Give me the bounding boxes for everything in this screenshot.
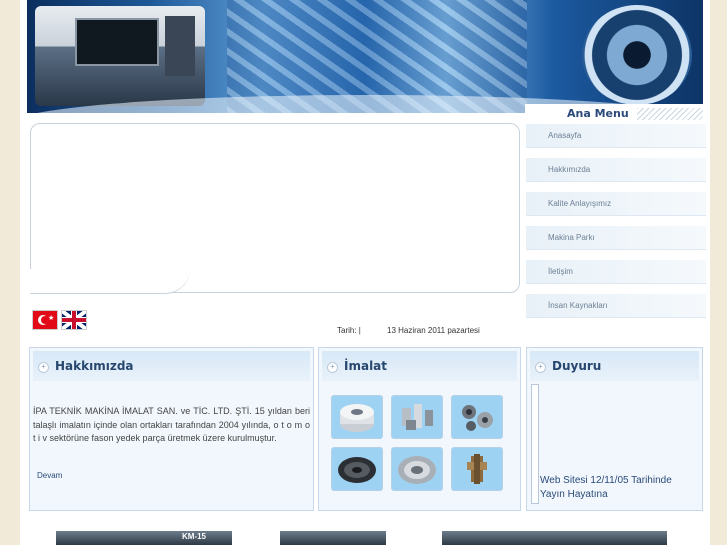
menu-item-anasayfa[interactable]: Anasayfa [526, 124, 706, 148]
product-thumbnail[interactable] [451, 447, 503, 491]
announcements-scrollbar[interactable] [531, 384, 539, 504]
about-header: + Hakkımızda [33, 351, 310, 381]
imalat-header: + İmalat [322, 351, 517, 381]
announcements-box: + Duyuru Web Sitesi 12/11/05 Tarihinde Y… [526, 347, 703, 511]
about-text: İPA TEKNİK MAKİNA İMALAT SAN. ve TİC. LT… [33, 406, 310, 443]
menu-item-iletisim[interactable]: İletişim [526, 260, 706, 284]
cnc-machine-image [35, 6, 205, 106]
date-value: 13 Haziran 2011 pazartesi [387, 326, 480, 335]
main-menu: Anasayfa Hakkımızda Kalite Anlayışımız M… [526, 124, 706, 328]
machine-photo: KM-15 [56, 531, 232, 545]
product-thumbnail[interactable] [451, 395, 503, 439]
plus-icon: + [535, 362, 546, 373]
english-flag-icon[interactable] [61, 310, 87, 330]
announcements-header: + Duyuru [530, 351, 699, 381]
slideshow-area [30, 123, 520, 294]
machine-photo [442, 531, 667, 545]
product-thumbnail[interactable] [331, 395, 383, 439]
product-thumbnail[interactable] [331, 447, 383, 491]
about-more-link[interactable]: Devam [37, 471, 62, 480]
about-title: Hakkımızda [55, 359, 134, 373]
machine-photo [280, 531, 386, 545]
turkish-flag-icon[interactable]: ★ [32, 310, 58, 330]
menu-item-insan-kaynaklari[interactable]: İnsan Kaynakları [526, 294, 706, 318]
lathe-chuck-image [582, 5, 692, 105]
menu-item-makina-parki[interactable]: Makina Parkı [526, 226, 706, 250]
main-menu-header: Ana Menu [525, 104, 705, 122]
plus-icon: + [38, 362, 49, 373]
page: Ana Menu Anasayfa Hakkımızda Kalite Anla… [20, 0, 710, 545]
announcement-text: Web Sitesi 12/11/05 Tarihinde Yayın Haya… [540, 475, 672, 499]
plus-icon: + [327, 362, 338, 373]
header-banner [27, 0, 703, 113]
about-box: + Hakkımızda İPA TEKNİK MAKİNA İMALAT SA… [29, 347, 314, 511]
machine-photo-label: KM-15 [182, 532, 207, 541]
date-label: Tarih: | [337, 326, 361, 335]
product-thumbnail[interactable] [391, 447, 443, 491]
announcements-title: Duyuru [552, 359, 602, 373]
product-thumbnail[interactable] [391, 395, 443, 439]
menu-item-kalite[interactable]: Kalite Anlayışımız [526, 192, 706, 216]
menu-item-hakkimizda[interactable]: Hakkımızda [526, 158, 706, 182]
imalat-title: İmalat [344, 359, 388, 373]
imalat-box: + İmalat [318, 347, 521, 511]
imalat-gallery [331, 395, 509, 499]
menu-hatch-decoration [637, 108, 703, 120]
main-menu-title: Ana Menu [567, 107, 629, 120]
